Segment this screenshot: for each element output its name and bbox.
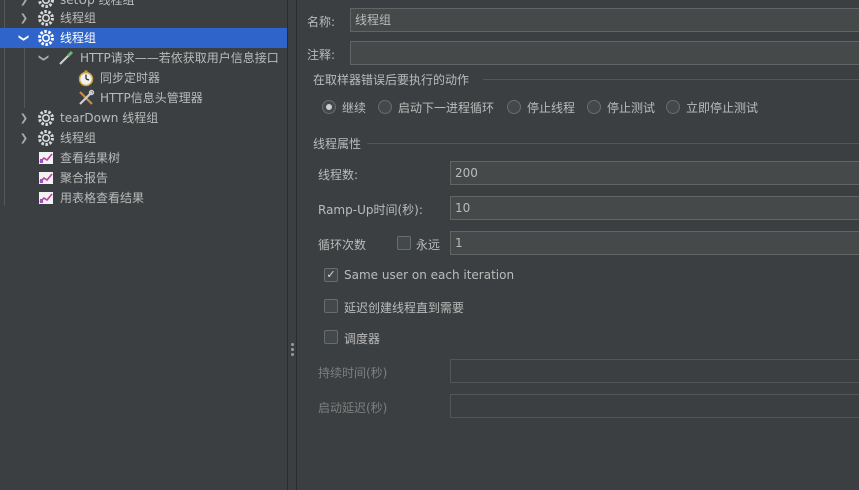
thread-props-title: 线程属性 <box>313 137 362 151</box>
tree-item-http-request[interactable]: ❯ HTTP请求——若依获取用户信息接口 <box>0 48 287 68</box>
startup-delay-label: 启动延迟(秒) <box>318 401 388 415</box>
same-user-checkbox[interactable]: ✓ <box>324 268 338 282</box>
tree-item-label: 用表格查看结果 <box>60 191 145 205</box>
gear-icon <box>37 9 55 27</box>
radio-continue[interactable] <box>322 100 336 114</box>
gear-icon <box>37 129 55 147</box>
threads-input[interactable]: 200 <box>450 161 859 185</box>
tree-item-teardown-thread-group[interactable]: ❯ tearDown 线程组 <box>0 108 287 128</box>
tree-item-label: HTTP信息头管理器 <box>100 91 203 105</box>
radio-stop-thread-label: 停止线程 <box>527 101 576 115</box>
tree-item-view-results-table[interactable]: 用表格查看结果 <box>0 188 287 208</box>
duration-input[interactable] <box>450 359 859 383</box>
tree-item-thread-group[interactable]: ❯ 线程组 <box>0 8 287 28</box>
gear-icon <box>37 29 55 47</box>
delay-thread-creation-checkbox[interactable] <box>324 299 338 313</box>
chart-icon <box>37 149 55 167</box>
tree-item-label: 聚合报告 <box>60 171 109 185</box>
drag-handle-icon[interactable] <box>291 343 294 356</box>
comment-label: 注释: <box>307 48 336 62</box>
tree-item-thread-group-selected[interactable]: ❯ 线程组 <box>0 28 287 48</box>
same-user-label: Same user on each iteration <box>344 268 515 282</box>
group-divider <box>367 143 859 144</box>
tree-item-http-header-manager[interactable]: HTTP信息头管理器 <box>0 88 287 108</box>
chevron-down-icon[interactable]: ❯ <box>18 32 30 44</box>
tree-item-thread-group[interactable]: ❯ 线程组 <box>0 128 287 148</box>
chevron-down-icon[interactable]: ❯ <box>38 52 50 64</box>
scheduler-checkbox[interactable] <box>324 330 338 344</box>
tree-item-label: 线程组 <box>60 131 97 145</box>
tree-item-view-results-tree[interactable]: 查看结果树 <box>0 148 287 168</box>
name-label: 名称: <box>307 15 336 29</box>
radio-stop-test[interactable] <box>587 100 601 114</box>
radio-stop-test-label: 停止测试 <box>607 101 656 115</box>
chevron-right-icon[interactable]: ❯ <box>18 112 30 124</box>
duration-label: 持续时间(秒) <box>318 366 388 380</box>
radio-start-next-loop[interactable] <box>378 100 392 114</box>
panel-splitter[interactable] <box>287 0 297 490</box>
tree-item-label: 同步定时器 <box>100 71 161 85</box>
name-input[interactable]: 线程组 <box>350 8 859 32</box>
gear-icon <box>37 109 55 127</box>
tree-item-label: setUp 线程组 <box>60 0 135 7</box>
delay-thread-creation-label: 延迟创建线程直到需要 <box>344 301 465 315</box>
radio-stop-test-now-label: 立即停止测试 <box>686 101 759 115</box>
timer-icon <box>77 69 95 87</box>
pipette-icon <box>57 49 75 67</box>
tools-icon <box>77 89 95 107</box>
comment-input[interactable] <box>350 41 859 65</box>
chevron-right-icon[interactable]: ❯ <box>18 12 30 24</box>
startup-delay-input[interactable] <box>450 394 859 418</box>
chart-icon <box>37 169 55 187</box>
tree-item-label: 线程组 <box>60 31 97 45</box>
tree-item-label: 查看结果树 <box>60 151 121 165</box>
forever-checkbox[interactable] <box>397 236 411 250</box>
chevron-right-icon[interactable]: ❯ <box>18 132 30 144</box>
tree-item-aggregate-report[interactable]: 聚合报告 <box>0 168 287 188</box>
threads-label: 线程数: <box>318 168 359 182</box>
group-divider <box>483 79 859 80</box>
chart-icon <box>37 189 55 207</box>
radio-stop-thread[interactable] <box>507 100 521 114</box>
tree-item-label: 线程组 <box>60 11 97 25</box>
tree-item-sync-timer[interactable]: 同步定时器 <box>0 68 287 88</box>
scheduler-label: 调度器 <box>344 332 381 346</box>
loop-label: 循环次数 <box>318 238 367 252</box>
chevron-right-icon[interactable]: ❯ <box>18 0 30 6</box>
thread-group-form: 名称: 线程组 注释: 在取样器错误后要执行的动作 继续 启动下一进程循环 停止… <box>297 0 859 490</box>
forever-label: 永远 <box>416 238 441 252</box>
test-plan-tree: ❯ setUp 线程组 ❯ 线程组 ❯ 线程组 ❯ HTTP请求——若依获取用户… <box>0 0 287 490</box>
radio-continue-label: 继续 <box>342 101 367 115</box>
tree-item-label: HTTP请求——若依获取用户信息接口 <box>80 51 279 65</box>
radio-stop-test-now[interactable] <box>666 100 680 114</box>
rampup-input[interactable]: 10 <box>450 196 859 220</box>
radio-start-next-loop-label: 启动下一进程循环 <box>398 101 495 115</box>
error-action-title: 在取样器错误后要执行的动作 <box>313 73 470 87</box>
loop-count-input[interactable]: 1 <box>450 231 859 255</box>
rampup-label: Ramp-Up时间(秒): <box>318 203 423 217</box>
tree-item-label: tearDown 线程组 <box>60 111 159 125</box>
